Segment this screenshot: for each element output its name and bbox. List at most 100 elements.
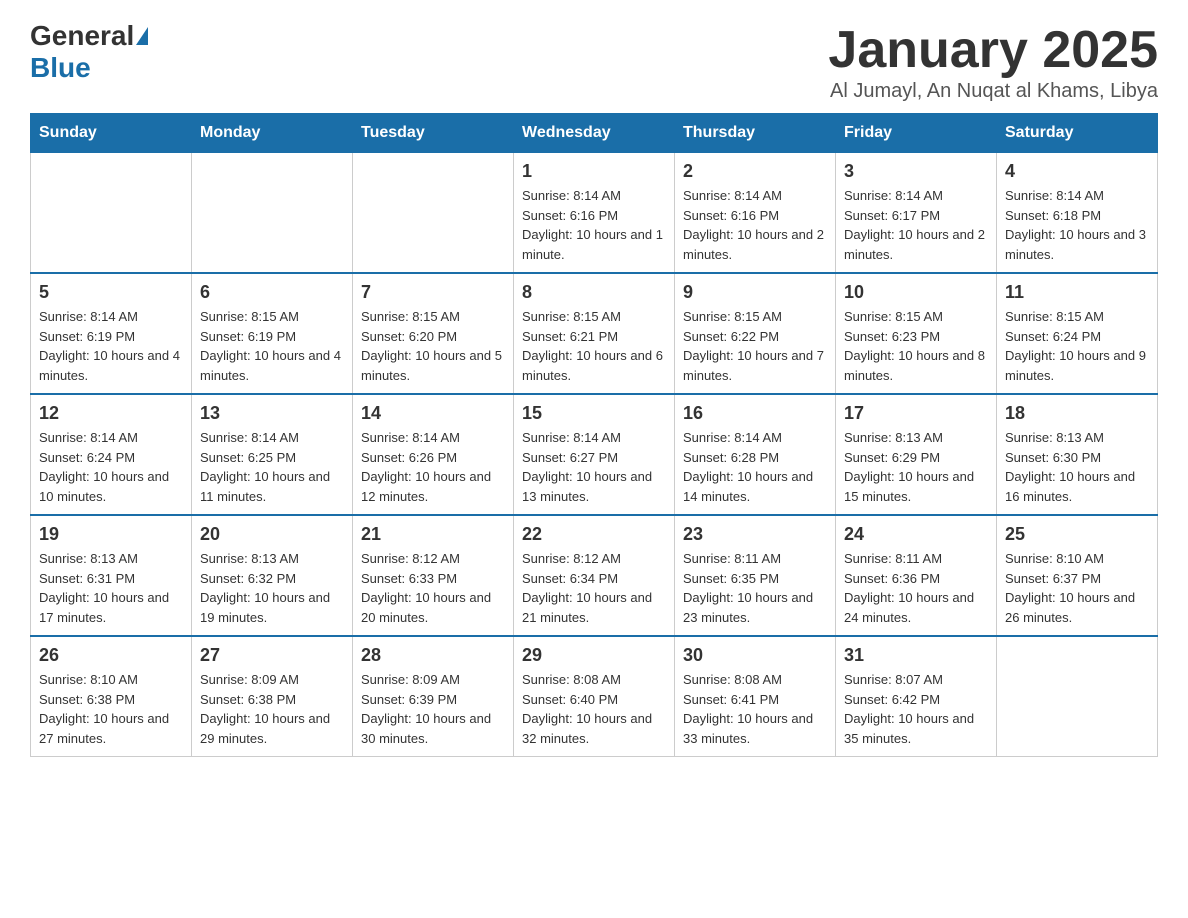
day-info: Sunrise: 8:14 AMSunset: 6:27 PMDaylight:… [522, 428, 666, 506]
col-header-monday: Monday [192, 114, 353, 153]
day-number: 10 [844, 282, 988, 303]
day-number: 5 [39, 282, 183, 303]
day-number: 4 [1005, 161, 1149, 182]
day-info: Sunrise: 8:13 AMSunset: 6:32 PMDaylight:… [200, 549, 344, 627]
day-info: Sunrise: 8:14 AMSunset: 6:17 PMDaylight:… [844, 186, 988, 264]
calendar-cell: 9Sunrise: 8:15 AMSunset: 6:22 PMDaylight… [675, 273, 836, 394]
calendar-cell: 1Sunrise: 8:14 AMSunset: 6:16 PMDaylight… [514, 153, 675, 274]
day-number: 30 [683, 645, 827, 666]
week-row-2: 5 Sunrise: 8:14 AMSunset: 6:19 PMDaylight… [31, 273, 1158, 394]
day-number: 7 [361, 282, 505, 303]
calendar-cell: 20Sunrise: 8:13 AMSunset: 6:32 PMDayligh… [192, 515, 353, 636]
calendar-cell: 15Sunrise: 8:14 AMSunset: 6:27 PMDayligh… [514, 394, 675, 515]
day-info: Sunrise: 8:14 AMSunset: 6:28 PMDaylight:… [683, 428, 827, 506]
day-info: Sunrise: 8:08 AMSunset: 6:40 PMDaylight:… [522, 670, 666, 748]
week-row-1: 1 Sunrise: 8:14 AMSunset: 6:16 PMDaylight… [31, 153, 1158, 274]
calendar-cell: 17Sunrise: 8:13 AMSunset: 6:29 PMDayligh… [836, 394, 997, 515]
calendar-cell: 2 Sunrise: 8:14 AMSunset: 6:16 PMDaylight… [675, 153, 836, 274]
calendar-table: SundayMondayTuesdayWednesdayThursdayFrid… [30, 113, 1158, 757]
day-info: Sunrise: 8:11 AMSunset: 6:36 PMDaylight:… [844, 549, 988, 627]
day-info: Sunrise: 8:15 AMSunset: 6:23 PMDaylight:… [844, 307, 988, 385]
day-info: Sunrise: 8:07 AMSunset: 6:42 PMDaylight:… [844, 670, 988, 748]
day-number: 11 [1005, 282, 1149, 303]
calendar-cell: 8Sunrise: 8:15 AMSunset: 6:21 PMDaylight… [514, 273, 675, 394]
calendar-cell: 26 Sunrise: 8:10 AMSunset: 6:38 PMDayligh… [31, 636, 192, 757]
header-row: SundayMondayTuesdayWednesdayThursdayFrid… [31, 114, 1158, 153]
logo-general: General [30, 20, 134, 52]
day-info: Sunrise: 8:14 AMSunset: 6:26 PMDaylight:… [361, 428, 505, 506]
calendar-cell: 13 Sunrise: 8:14 AMSunset: 6:25 PMDayligh… [192, 394, 353, 515]
calendar-cell [31, 153, 192, 274]
day-info: Sunrise: 8:12 AMSunset: 6:34 PMDaylight:… [522, 549, 666, 627]
calendar-cell: 6Sunrise: 8:15 AMSunset: 6:19 PMDaylight… [192, 273, 353, 394]
calendar-cell: 16 Sunrise: 8:14 AMSunset: 6:28 PMDayligh… [675, 394, 836, 515]
day-info: Sunrise: 8:14 AMSunset: 6:24 PMDaylight:… [39, 428, 183, 506]
day-number: 31 [844, 645, 988, 666]
calendar-cell: 28Sunrise: 8:09 AMSunset: 6:39 PMDayligh… [353, 636, 514, 757]
calendar-cell [192, 153, 353, 274]
calendar-cell: 14 Sunrise: 8:14 AMSunset: 6:26 PMDayligh… [353, 394, 514, 515]
day-info: Sunrise: 8:09 AMSunset: 6:38 PMDaylight:… [200, 670, 344, 748]
day-info: Sunrise: 8:14 AMSunset: 6:19 PMDaylight:… [39, 307, 183, 385]
calendar-cell: 23 Sunrise: 8:11 AMSunset: 6:35 PMDayligh… [675, 515, 836, 636]
col-header-friday: Friday [836, 114, 997, 153]
day-info: Sunrise: 8:14 AMSunset: 6:16 PMDaylight:… [683, 186, 827, 264]
day-number: 25 [1005, 524, 1149, 545]
day-number: 6 [200, 282, 344, 303]
day-number: 18 [1005, 403, 1149, 424]
calendar-cell: 5 Sunrise: 8:14 AMSunset: 6:19 PMDaylight… [31, 273, 192, 394]
day-info: Sunrise: 8:13 AMSunset: 6:30 PMDaylight:… [1005, 428, 1149, 506]
week-row-4: 19Sunrise: 8:13 AMSunset: 6:31 PMDayligh… [31, 515, 1158, 636]
calendar-cell: 3 Sunrise: 8:14 AMSunset: 6:17 PMDaylight… [836, 153, 997, 274]
day-number: 27 [200, 645, 344, 666]
logo-triangle-icon [136, 27, 148, 45]
day-number: 1 [522, 161, 666, 182]
day-info: Sunrise: 8:13 AMSunset: 6:29 PMDaylight:… [844, 428, 988, 506]
day-number: 26 [39, 645, 183, 666]
col-header-wednesday: Wednesday [514, 114, 675, 153]
title-area: January 2025 Al Jumayl, An Nuqat al Kham… [828, 20, 1158, 103]
day-number: 16 [683, 403, 827, 424]
main-title: January 2025 [828, 20, 1158, 80]
day-info: Sunrise: 8:14 AMSunset: 6:18 PMDaylight:… [1005, 186, 1149, 264]
day-number: 13 [200, 403, 344, 424]
day-info: Sunrise: 8:14 AMSunset: 6:25 PMDaylight:… [200, 428, 344, 506]
day-number: 29 [522, 645, 666, 666]
day-number: 21 [361, 524, 505, 545]
calendar-cell: 25 Sunrise: 8:10 AMSunset: 6:37 PMDayligh… [997, 515, 1158, 636]
logo-text: General [30, 20, 150, 52]
day-number: 8 [522, 282, 666, 303]
calendar-cell: 22 Sunrise: 8:12 AMSunset: 6:34 PMDayligh… [514, 515, 675, 636]
subtitle: Al Jumayl, An Nuqat al Khams, Libya [828, 80, 1158, 103]
day-number: 12 [39, 403, 183, 424]
day-number: 3 [844, 161, 988, 182]
day-info: Sunrise: 8:10 AMSunset: 6:37 PMDaylight:… [1005, 549, 1149, 627]
col-header-thursday: Thursday [675, 114, 836, 153]
day-number: 22 [522, 524, 666, 545]
day-number: 2 [683, 161, 827, 182]
calendar-cell: 30 Sunrise: 8:08 AMSunset: 6:41 PMDayligh… [675, 636, 836, 757]
calendar-cell: 11Sunrise: 8:15 AMSunset: 6:24 PMDayligh… [997, 273, 1158, 394]
day-info: Sunrise: 8:10 AMSunset: 6:38 PMDaylight:… [39, 670, 183, 748]
day-info: Sunrise: 8:15 AMSunset: 6:22 PMDaylight:… [683, 307, 827, 385]
calendar-cell: 4 Sunrise: 8:14 AMSunset: 6:18 PMDaylight… [997, 153, 1158, 274]
calendar-cell: 10 Sunrise: 8:15 AMSunset: 6:23 PMDayligh… [836, 273, 997, 394]
day-info: Sunrise: 8:12 AMSunset: 6:33 PMDaylight:… [361, 549, 505, 627]
week-row-5: 26 Sunrise: 8:10 AMSunset: 6:38 PMDayligh… [31, 636, 1158, 757]
calendar-cell: 21 Sunrise: 8:12 AMSunset: 6:33 PMDayligh… [353, 515, 514, 636]
day-info: Sunrise: 8:11 AMSunset: 6:35 PMDaylight:… [683, 549, 827, 627]
day-number: 14 [361, 403, 505, 424]
day-info: Sunrise: 8:08 AMSunset: 6:41 PMDaylight:… [683, 670, 827, 748]
col-header-sunday: Sunday [31, 114, 192, 153]
calendar-cell: 7Sunrise: 8:15 AMSunset: 6:20 PMDaylight… [353, 273, 514, 394]
calendar-cell: 29 Sunrise: 8:08 AMSunset: 6:40 PMDayligh… [514, 636, 675, 757]
calendar-cell [997, 636, 1158, 757]
calendar-cell: 18 Sunrise: 8:13 AMSunset: 6:30 PMDayligh… [997, 394, 1158, 515]
calendar-cell: 12 Sunrise: 8:14 AMSunset: 6:24 PMDayligh… [31, 394, 192, 515]
day-number: 24 [844, 524, 988, 545]
day-info: Sunrise: 8:13 AMSunset: 6:31 PMDaylight:… [39, 549, 183, 627]
calendar-cell: 19Sunrise: 8:13 AMSunset: 6:31 PMDayligh… [31, 515, 192, 636]
day-number: 28 [361, 645, 505, 666]
day-number: 23 [683, 524, 827, 545]
col-header-tuesday: Tuesday [353, 114, 514, 153]
